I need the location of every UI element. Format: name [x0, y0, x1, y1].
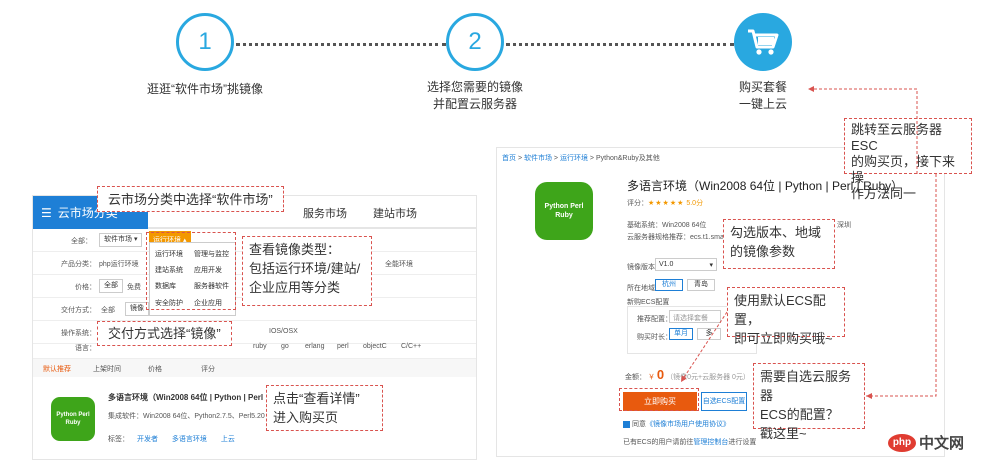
highlight-buy-now [619, 388, 699, 411]
product-tags: 标签： 开发者 多语言环境 上云 [108, 436, 235, 443]
rating: 评分：★★★★★ 5.0分 [627, 200, 704, 207]
step-connector-1 [236, 43, 446, 46]
step-3-text: 购买套餐 一键上云 [738, 80, 787, 111]
sort-default[interactable]: 默认推荐 [43, 364, 71, 374]
region-hangzhou[interactable]: 杭州 [655, 279, 683, 291]
sort-price[interactable]: 价格 [148, 364, 162, 374]
site-watermark: php 中文网 [888, 432, 964, 453]
sort-rating[interactable]: 评分 [201, 364, 215, 374]
product-logo[interactable]: Python Perl Ruby [51, 397, 95, 441]
product-integrated: 集成软件：Win2008 64位、Python2.7.5、Perl5.20 [108, 413, 265, 420]
product-title[interactable]: 多语言环境（Win2008 64位 | Python | Perl | [108, 392, 268, 403]
highlight-dropdown [146, 232, 236, 310]
callout-select-version: 勾选版本、地域 的镜像参数 [723, 219, 835, 269]
region-qingdao[interactable]: 青岛 [687, 279, 715, 291]
ecs-note-row: 已有ECS的用户请前往管理控制台进行设置 [623, 439, 757, 446]
callout-view-detail: 点击“查看详情” 进入购买页 [266, 385, 383, 431]
callout-choose-market: 云市场分类中选择“软件市场” [97, 186, 284, 212]
image-version-select[interactable]: V1.0 ▾ [655, 258, 717, 271]
callout-custom-ecs: 需要自选云服务器 ECS的配置？ 戳这里~ [753, 363, 865, 441]
chevron-down-icon: ▾ [133, 236, 138, 243]
callout-image-types: 查看镜像类型： 包括运行环境/建站/企业应用等分类 [242, 236, 372, 306]
step-1-number: 1 [198, 28, 212, 55]
price-all[interactable]: 全部 [99, 279, 123, 293]
custom-ecs-button[interactable]: 自选ECS配置 [701, 392, 747, 411]
tag[interactable]: 多语言环境 [172, 436, 207, 443]
sort-bar: 默认推荐 上架时间 价格 评分 [33, 359, 476, 377]
step-connector-2 [506, 43, 734, 46]
tag[interactable]: 上云 [221, 436, 235, 443]
checkbox-icon[interactable] [623, 420, 630, 428]
callout-jump-esc: 跳转至云服务器ESC 的购买页，接下来操 作方法同一 [844, 118, 972, 201]
tag[interactable]: 开发者 [137, 436, 158, 443]
step-2-text: 选择您需要的镜像 并配置云服务器 [426, 80, 523, 111]
php-logo: php [888, 433, 916, 452]
step-2-number: 2 [468, 28, 482, 55]
tab-service-market[interactable]: 服务市场 [303, 205, 347, 221]
duration-multi[interactable]: 多 [697, 328, 721, 340]
sort-date[interactable]: 上架时间 [93, 364, 121, 374]
menu-icon: ☰ [41, 205, 52, 220]
callout-default-ecs: 使用默认ECS配置， 即可立即购买哦~ [727, 287, 845, 346]
duration-single-month[interactable]: 单月 [669, 328, 693, 340]
step-2-circle: 2 [446, 13, 504, 71]
shopping-cart-icon [748, 29, 779, 55]
software-market-select[interactable]: 软件市场 ▾ [99, 233, 143, 247]
star-icon: ★★★★★ [648, 200, 685, 207]
recommend-select[interactable]: 请选择套餐 [669, 310, 721, 323]
step-3-circle [734, 13, 792, 71]
amount-row: 金额： ￥ 0 （镜像0元+云服务器 0元） [625, 367, 750, 382]
step-1-circle: 1 [176, 13, 234, 71]
chevron-down-icon: ▾ [709, 262, 713, 269]
tab-site-market[interactable]: 建站市场 [373, 205, 417, 221]
breadcrumb: 首页 > 软件市场 > 运行环境 > Python&Ruby及其他 [502, 155, 660, 162]
detail-logo: Python Perl Ruby [535, 182, 593, 240]
agreement-row: 同意《镜像市场用户使用协议》 [623, 419, 730, 429]
step-1-text: 逛逛“软件市场”挑镜像 [147, 82, 263, 96]
callout-delivery-image: 交付方式选择“镜像” [97, 321, 232, 346]
